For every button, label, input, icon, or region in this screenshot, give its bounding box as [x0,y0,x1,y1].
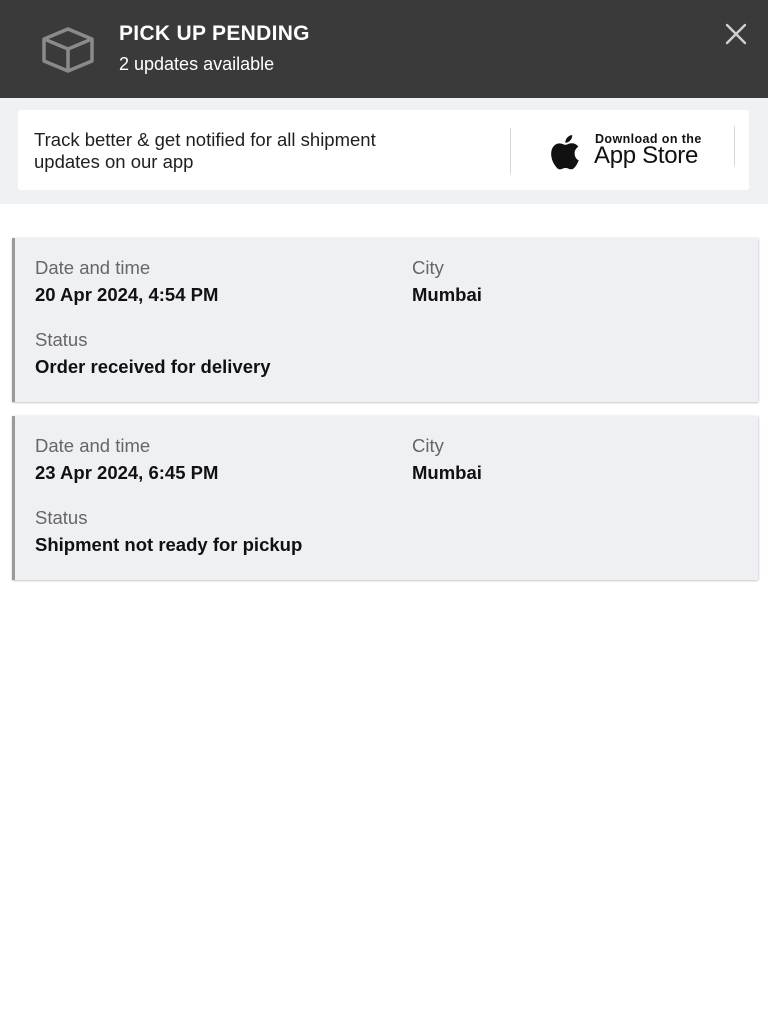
date-value: 23 Apr 2024, 6:45 PM [35,462,219,483]
badge-edge [734,126,735,166]
promo-divider [510,128,511,174]
date-value: 20 Apr 2024, 4:54 PM [35,284,219,305]
city-value: Mumbai [412,462,482,483]
app-promo-section: Track better & get notified for all ship… [0,98,768,204]
status-value: Order received for delivery [35,356,271,377]
package-box-icon [42,27,94,73]
city-value: Mumbai [412,284,482,305]
date-label: Date and time [35,257,151,278]
app-promo-text: Track better & get notified for all ship… [34,129,376,172]
status-label: Status [35,507,88,528]
close-icon[interactable] [720,18,752,50]
date-label: Date and time [35,435,151,456]
status-label: Status [35,329,88,350]
city-label: City [412,257,444,278]
apple-logo-icon [551,135,579,170]
tracking-event-card: Date and time 23 Apr 2024, 6:45 PM City … [12,416,758,580]
app-promo-card: Track better & get notified for all ship… [18,110,749,190]
updates-count: 2 updates available [119,54,275,74]
city-label: City [412,435,444,456]
badge-big-text: App Store [594,142,699,169]
tracking-event-card: Date and time 20 Apr 2024, 4:54 PM City … [12,238,758,402]
shipment-status-header: PICK UP PENDING 2 updates available [0,0,768,98]
status-title: PICK UP PENDING [119,22,310,45]
status-value: Shipment not ready for pickup [35,534,303,555]
app-store-badge[interactable]: Download on the App Store [543,126,743,176]
